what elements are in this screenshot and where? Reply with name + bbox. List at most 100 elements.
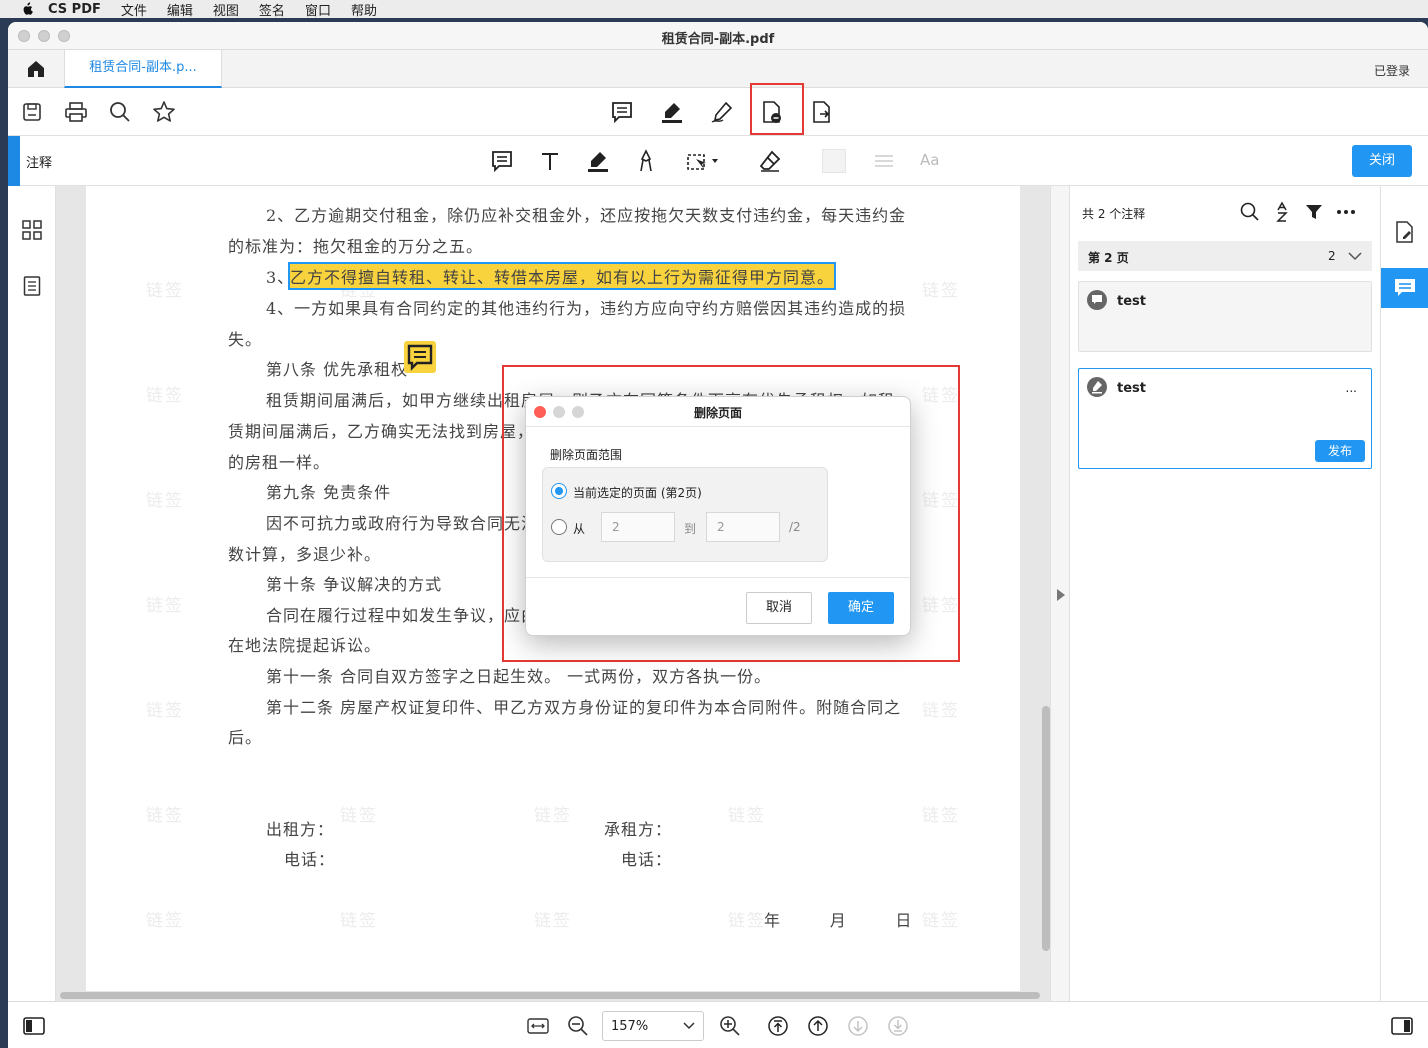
page-export-icon	[813, 101, 830, 123]
zoom-out-icon	[568, 1016, 588, 1036]
sort-az-icon	[1276, 201, 1288, 222]
menu-view[interactable]: 视图	[213, 0, 239, 19]
last-page-button[interactable]	[884, 1012, 912, 1040]
next-page-button[interactable]	[844, 1012, 872, 1040]
comments-panel-button[interactable]	[1381, 268, 1428, 308]
main-toolbar	[8, 83, 1428, 136]
date-line: 年 月 日	[764, 911, 913, 930]
extract-page-button[interactable]	[808, 98, 836, 126]
comment-tool-button[interactable]	[608, 98, 636, 126]
zoom-out-button[interactable]	[564, 1012, 592, 1040]
toggle-right-panel-button[interactable]	[1388, 1012, 1416, 1040]
radio-page-range[interactable]	[551, 519, 567, 535]
page-edit-icon	[1396, 221, 1413, 243]
first-page-button[interactable]	[764, 1012, 792, 1040]
menu-help[interactable]: 帮助	[351, 0, 377, 19]
eraser-tool[interactable]	[756, 147, 784, 175]
highlighted-text[interactable]: 乙方不得擅自转租、转让、转借本房屋，如有以上行为需征得甲方同意。	[287, 262, 837, 290]
zoom-in-button[interactable]	[716, 1012, 744, 1040]
more-options-button[interactable]	[1334, 200, 1358, 224]
radio-page-range-label[interactable]: 从	[573, 520, 585, 537]
zoom-select[interactable]: 157%	[602, 1011, 704, 1041]
highlight-type-icon	[1087, 377, 1107, 397]
confirm-button[interactable]: 确定	[828, 592, 894, 624]
note-tool[interactable]	[488, 147, 516, 175]
menu-file[interactable]: 文件	[121, 0, 147, 19]
panel-search-button[interactable]	[1238, 200, 1262, 224]
color-swatch[interactable]	[822, 149, 846, 173]
zoom-in-icon	[720, 1016, 740, 1036]
home-icon[interactable]	[26, 59, 46, 79]
sign-tool-button[interactable]	[708, 98, 736, 126]
watermark: 链签	[922, 281, 960, 301]
note-annotation-icon[interactable]	[404, 341, 436, 373]
menu-sign[interactable]: 签名	[259, 0, 285, 19]
sort-button[interactable]	[1270, 200, 1294, 224]
total-pages-label: /2	[789, 520, 801, 534]
tab-document[interactable]: 租赁合同-副本.p...	[64, 50, 222, 88]
watermark: 链签	[534, 911, 572, 931]
watermark: 链签	[146, 701, 184, 721]
cancel-button[interactable]: 取消	[746, 592, 812, 624]
line-style-button[interactable]	[870, 147, 898, 175]
comment-icon	[1395, 279, 1415, 296]
arrow-down-circle-icon	[848, 1016, 868, 1036]
pen-tool[interactable]	[632, 147, 660, 175]
watermark: 链签	[146, 386, 184, 406]
login-status[interactable]: 已登录	[1374, 62, 1410, 79]
eraser-icon	[759, 150, 781, 172]
phone-label: 电话：	[284, 850, 336, 869]
window-title: 租赁合同-副本.pdf	[661, 32, 775, 47]
annotation-panel: 共 2 个注释 第 2 页 2 test test ... 发布	[1070, 186, 1380, 1001]
from-page-input[interactable]: 2	[601, 512, 675, 542]
dialog-title: 删除页面	[693, 406, 742, 420]
page-tools-button[interactable]	[1391, 218, 1419, 246]
highlight-tool[interactable]	[584, 147, 612, 175]
highlighter-icon	[588, 152, 608, 172]
radio-current-page[interactable]	[551, 483, 567, 499]
page-group-header[interactable]: 第 2 页 2	[1078, 241, 1372, 271]
fit-width-button[interactable]	[524, 1012, 552, 1040]
toggle-left-panel-button[interactable]	[20, 1012, 48, 1040]
font-button[interactable]: Aa	[920, 151, 939, 169]
menu-window[interactable]: 窗口	[305, 0, 331, 19]
vertical-scrollbar[interactable]	[1042, 706, 1050, 951]
panel-collapse-strip[interactable]	[1050, 186, 1070, 1001]
app-name[interactable]: CS PDF	[48, 2, 101, 17]
first-page-icon	[768, 1016, 788, 1036]
pen-icon	[640, 149, 652, 172]
apple-icon[interactable]	[20, 2, 34, 16]
bookmark-button[interactable]	[150, 98, 178, 126]
save-button[interactable]	[18, 98, 46, 126]
comment-card-active[interactable]: test ... 发布	[1078, 368, 1372, 469]
shape-tool[interactable]	[684, 147, 724, 175]
menu-bar: CS PDF 文件 编辑 视图 签名 窗口 帮助	[0, 0, 1428, 19]
lessor-label: 出租方：	[266, 820, 335, 839]
search-icon	[1240, 202, 1259, 221]
filter-button[interactable]	[1302, 200, 1326, 224]
publish-button[interactable]: 发布	[1315, 440, 1365, 462]
print-button[interactable]	[62, 98, 90, 126]
search-button[interactable]	[106, 98, 134, 126]
text-line: 合同在履行过程中如发生争议，应由	[266, 606, 539, 625]
text-line: 在地法院提起诉讼。	[228, 636, 382, 655]
radio-current-page-label[interactable]: 当前选定的页面 (第2页)	[573, 484, 702, 501]
comment-more-button[interactable]: ...	[1346, 381, 1357, 395]
text-line: 后。	[228, 728, 263, 747]
highlighter-icon	[662, 103, 682, 123]
app-window: 租赁合同-副本.pdf 租赁合同-副本.p... 已登录 注释 Aa 关闭 链签…	[8, 22, 1428, 1048]
previous-page-button[interactable]	[804, 1012, 832, 1040]
outline-button[interactable]	[18, 272, 46, 300]
chevron-down-icon	[1348, 252, 1362, 261]
search-icon	[110, 102, 130, 122]
menu-edit[interactable]: 编辑	[167, 0, 193, 19]
to-page-input[interactable]: 2	[706, 512, 780, 542]
horizontal-scrollbar[interactable]	[60, 992, 1040, 999]
list-doc-icon	[23, 276, 41, 296]
close-annotation-button[interactable]: 关闭	[1352, 145, 1412, 177]
comment-card[interactable]: test	[1078, 281, 1372, 352]
comment-text: test	[1117, 294, 1146, 309]
thumbnails-button[interactable]	[18, 216, 46, 244]
highlight-tool-button[interactable]	[658, 98, 686, 126]
text-tool[interactable]	[536, 147, 564, 175]
